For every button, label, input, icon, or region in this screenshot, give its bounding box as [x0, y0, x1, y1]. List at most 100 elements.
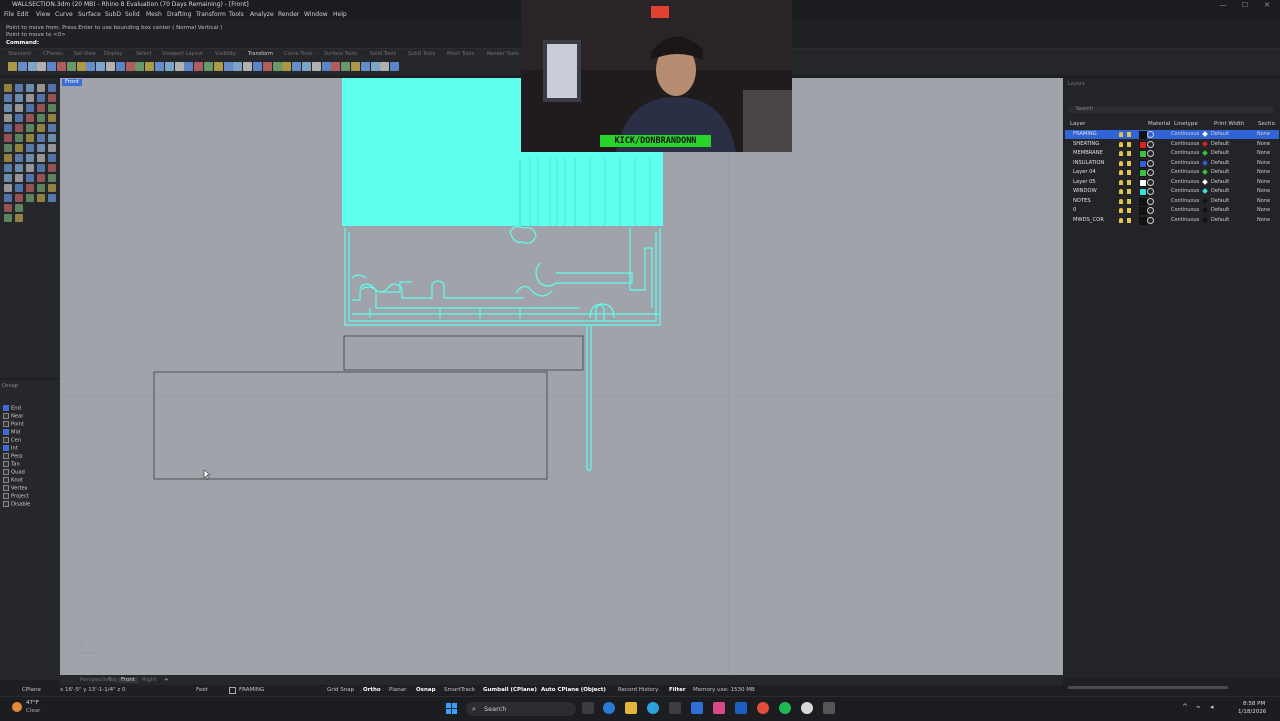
weather-icon[interactable] — [12, 702, 22, 712]
store-icon[interactable] — [669, 702, 681, 714]
toolbar-tool-icon[interactable] — [66, 62, 76, 71]
toolbox-tool-icon[interactable] — [15, 124, 23, 132]
layer-print-width[interactable]: Default — [1211, 179, 1229, 185]
lock-icon[interactable] — [1127, 208, 1131, 213]
toolbox-tool-icon[interactable] — [4, 124, 12, 132]
toolbox-tool-icon[interactable] — [48, 134, 56, 142]
layer-linetype[interactable]: Continuous — [1171, 188, 1199, 194]
toolbox-tool-icon[interactable] — [4, 104, 12, 112]
menu-render[interactable]: Render — [278, 11, 299, 18]
lightbulb-icon[interactable] — [1119, 132, 1123, 137]
toolbox-tool-icon[interactable] — [15, 184, 23, 192]
toolbox-tool-icon[interactable] — [26, 124, 34, 132]
osnap-option-int[interactable]: Int — [3, 445, 18, 452]
clock-time[interactable]: 8:58 PM — [1243, 701, 1265, 707]
layer-row[interactable]: Layer 05 Continuous Default None — [1065, 178, 1279, 187]
osnap-checkbox[interactable] — [3, 477, 9, 483]
osnap-checkbox[interactable] — [3, 469, 9, 475]
toolbar-tool-icon[interactable] — [115, 62, 125, 71]
tab-cplanes[interactable]: CPlanes — [43, 51, 63, 57]
layer-color-swatch[interactable] — [1139, 197, 1147, 206]
clock-date[interactable]: 1/18/2026 — [1238, 709, 1266, 715]
layer-section[interactable]: None — [1257, 179, 1270, 185]
layer-print-width[interactable]: Default — [1211, 207, 1229, 213]
toolbar-tool-icon[interactable] — [86, 62, 96, 71]
menu-edit[interactable]: Edit — [17, 11, 29, 18]
toolbox-tool-icon[interactable] — [37, 104, 45, 112]
toolbar-tool-icon[interactable] — [135, 62, 145, 71]
tab-standard[interactable]: Standard — [8, 51, 31, 57]
status-smarttrack[interactable]: SmartTrack — [444, 687, 475, 693]
osnap-checkbox[interactable] — [3, 501, 9, 507]
toolbar-tool-icon[interactable] — [96, 62, 106, 71]
osnap-checkbox[interactable] — [3, 413, 9, 419]
layer-color-swatch[interactable] — [1139, 140, 1147, 149]
panel-tab-layers[interactable]: Layers — [1068, 81, 1085, 87]
osnap-option-quad[interactable]: Quad — [3, 469, 25, 476]
front-viewport[interactable] — [60, 78, 1063, 675]
toolbox-tool-icon[interactable] — [26, 154, 34, 162]
material-icon[interactable] — [1147, 197, 1154, 205]
lightbulb-icon[interactable] — [1119, 160, 1123, 166]
toolbox-tool-icon[interactable] — [4, 144, 12, 152]
layer-print-width[interactable]: Default — [1211, 198, 1229, 204]
osnap-checkbox[interactable] — [3, 445, 9, 451]
menu-curve[interactable]: Curve — [55, 11, 73, 18]
toolbar-tool-icon[interactable] — [184, 62, 194, 71]
toolbox-tool-icon[interactable] — [4, 174, 12, 182]
layer-name[interactable]: MWDS_COR — [1073, 217, 1104, 223]
toolbar-tool-icon[interactable] — [76, 62, 86, 71]
lock-icon[interactable] — [1127, 151, 1131, 156]
osnap-checkbox[interactable] — [3, 453, 9, 459]
layer-color-swatch[interactable] — [1139, 207, 1147, 215]
toolbox-tool-icon[interactable] — [48, 144, 56, 152]
toolbar-tool-icon[interactable] — [341, 62, 351, 71]
layer-section[interactable]: None — [1257, 141, 1270, 147]
layer-section[interactable]: None — [1257, 160, 1270, 166]
menu-solid[interactable]: Solid — [125, 11, 140, 18]
status-record-history[interactable]: Record History — [618, 687, 658, 693]
toolbar-tool-icon[interactable] — [106, 62, 115, 71]
lightbulb-icon[interactable] — [1119, 170, 1123, 175]
toolbar-tool-icon[interactable] — [380, 62, 390, 71]
toolbox-tool-icon[interactable] — [4, 84, 12, 92]
osnap-option-vertex[interactable]: Vertex — [3, 485, 28, 492]
tab-surface-tools[interactable]: Surface Tools — [324, 51, 357, 57]
toolbar-tool-icon[interactable] — [243, 62, 253, 71]
toolbox-tool-icon[interactable] — [15, 164, 23, 172]
toolbox-tool-icon[interactable] — [37, 134, 45, 142]
toolbar-tool-icon[interactable] — [145, 62, 155, 71]
print-color-icon[interactable] — [1202, 140, 1208, 147]
toolbox-tool-icon[interactable] — [4, 164, 12, 172]
tab-mesh-tools[interactable]: Mesh Tools — [447, 51, 474, 57]
osnap-option-disable[interactable]: Disable — [3, 501, 30, 508]
toolbox-tool-icon[interactable] — [37, 184, 45, 192]
tab-transform[interactable]: Transform — [248, 51, 273, 57]
toolbox-tool-icon[interactable] — [26, 194, 34, 202]
toolbox-tool-icon[interactable] — [48, 164, 56, 172]
osnap-checkbox[interactable] — [3, 429, 9, 435]
toolbar-tool-icon[interactable] — [311, 62, 321, 71]
taskbar-search[interactable]: ⌕ Search — [466, 702, 576, 716]
print-color-icon[interactable] — [1202, 159, 1208, 166]
toolbox-tool-icon[interactable] — [26, 114, 34, 122]
layer-print-width[interactable]: Default — [1211, 217, 1229, 223]
tab-viewport-layout[interactable]: Viewport Layout — [162, 51, 203, 57]
layer-color-swatch[interactable] — [1139, 216, 1147, 225]
osnap-checkbox[interactable] — [3, 421, 9, 427]
tab-curve-tools[interactable]: Curve Tools — [284, 51, 313, 57]
toolbox-tool-icon[interactable] — [48, 104, 56, 112]
print-color-icon[interactable] — [1202, 131, 1208, 137]
layer-row[interactable]: MWDS_COR Continuous Default None — [1065, 216, 1279, 225]
obs-icon[interactable] — [801, 702, 813, 714]
layer-print-width[interactable]: Default — [1211, 131, 1229, 137]
layer-search-input[interactable]: Search — [1068, 106, 1274, 113]
horizontal-scrollbar[interactable] — [1068, 686, 1228, 689]
material-icon[interactable] — [1147, 178, 1154, 186]
layer-row[interactable]: MEMBRANE Continuous Default None — [1065, 149, 1279, 158]
toolbox-tool-icon[interactable] — [26, 174, 34, 182]
tab-render-tools[interactable]: Render Tools — [487, 51, 519, 57]
toolbox-tool-icon[interactable] — [15, 154, 23, 162]
toolbox-tool-icon[interactable] — [15, 104, 23, 112]
lock-icon[interactable] — [1127, 198, 1131, 204]
